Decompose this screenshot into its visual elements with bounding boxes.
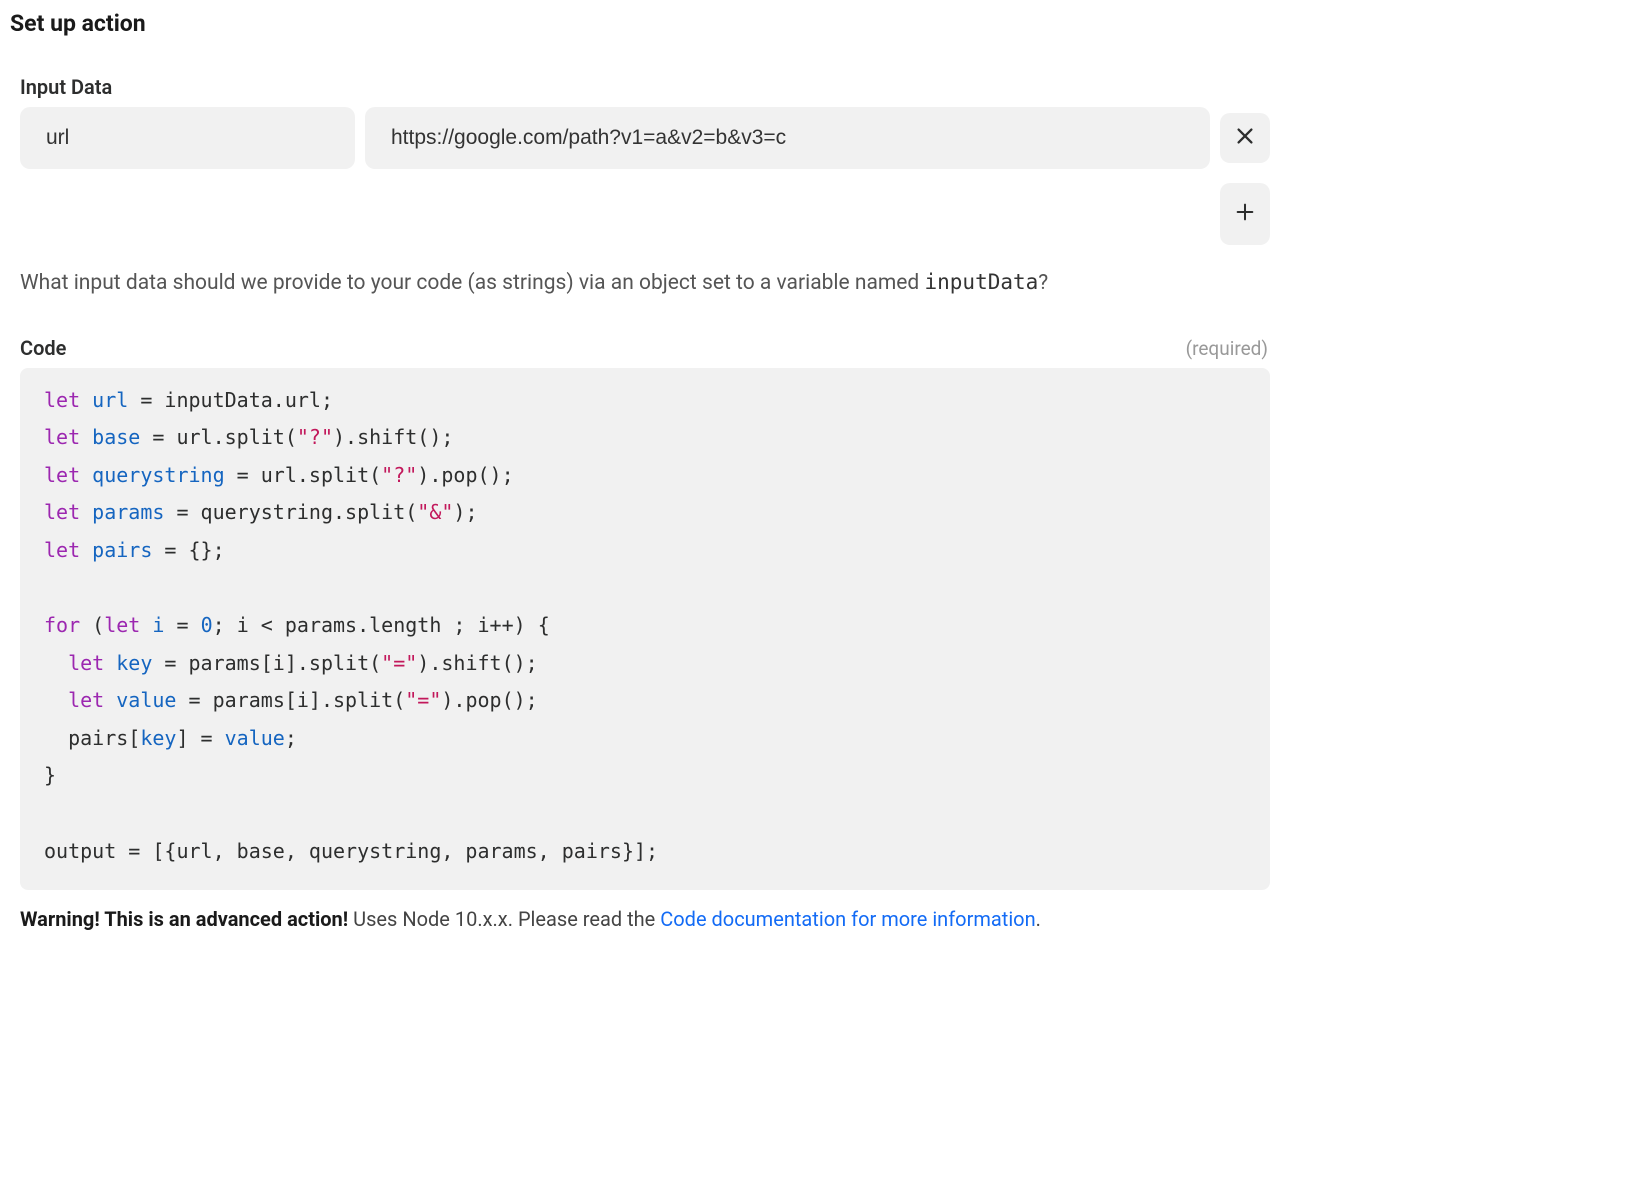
warning-period: . — [1036, 907, 1041, 931]
input-data-section: Input Data What input data should we pro… — [10, 75, 1270, 300]
remove-row-button[interactable] — [1220, 113, 1270, 163]
warning-body: Uses Node 10.x.x. Please read the — [348, 907, 660, 931]
helper-suffix: ? — [1038, 271, 1048, 295]
input-key-field[interactable] — [20, 107, 355, 169]
warning-bold: Warning! This is an advanced action! — [20, 907, 348, 931]
input-data-helper: What input data should we provide to you… — [20, 267, 1270, 300]
required-tag: (required) — [1186, 337, 1268, 360]
input-data-label: Input Data — [20, 75, 1270, 99]
code-editor[interactable]: let url = inputData.url; let base = url.… — [20, 368, 1270, 891]
close-icon — [1234, 125, 1256, 151]
add-row-button[interactable] — [1220, 183, 1270, 245]
helper-code: inputData — [925, 270, 1039, 294]
code-label: Code — [20, 336, 66, 360]
page-title: Set up action — [10, 10, 1270, 37]
code-docs-link[interactable]: Code documentation for more information — [660, 907, 1035, 931]
warning-text: Warning! This is an advanced action! Use… — [20, 904, 1270, 934]
input-value-field[interactable] — [365, 107, 1210, 169]
helper-prefix: What input data should we provide to you… — [20, 271, 925, 295]
code-section: Code (required) let url = inputData.url;… — [10, 336, 1270, 935]
plus-icon — [1234, 201, 1256, 227]
input-data-row — [20, 107, 1270, 169]
